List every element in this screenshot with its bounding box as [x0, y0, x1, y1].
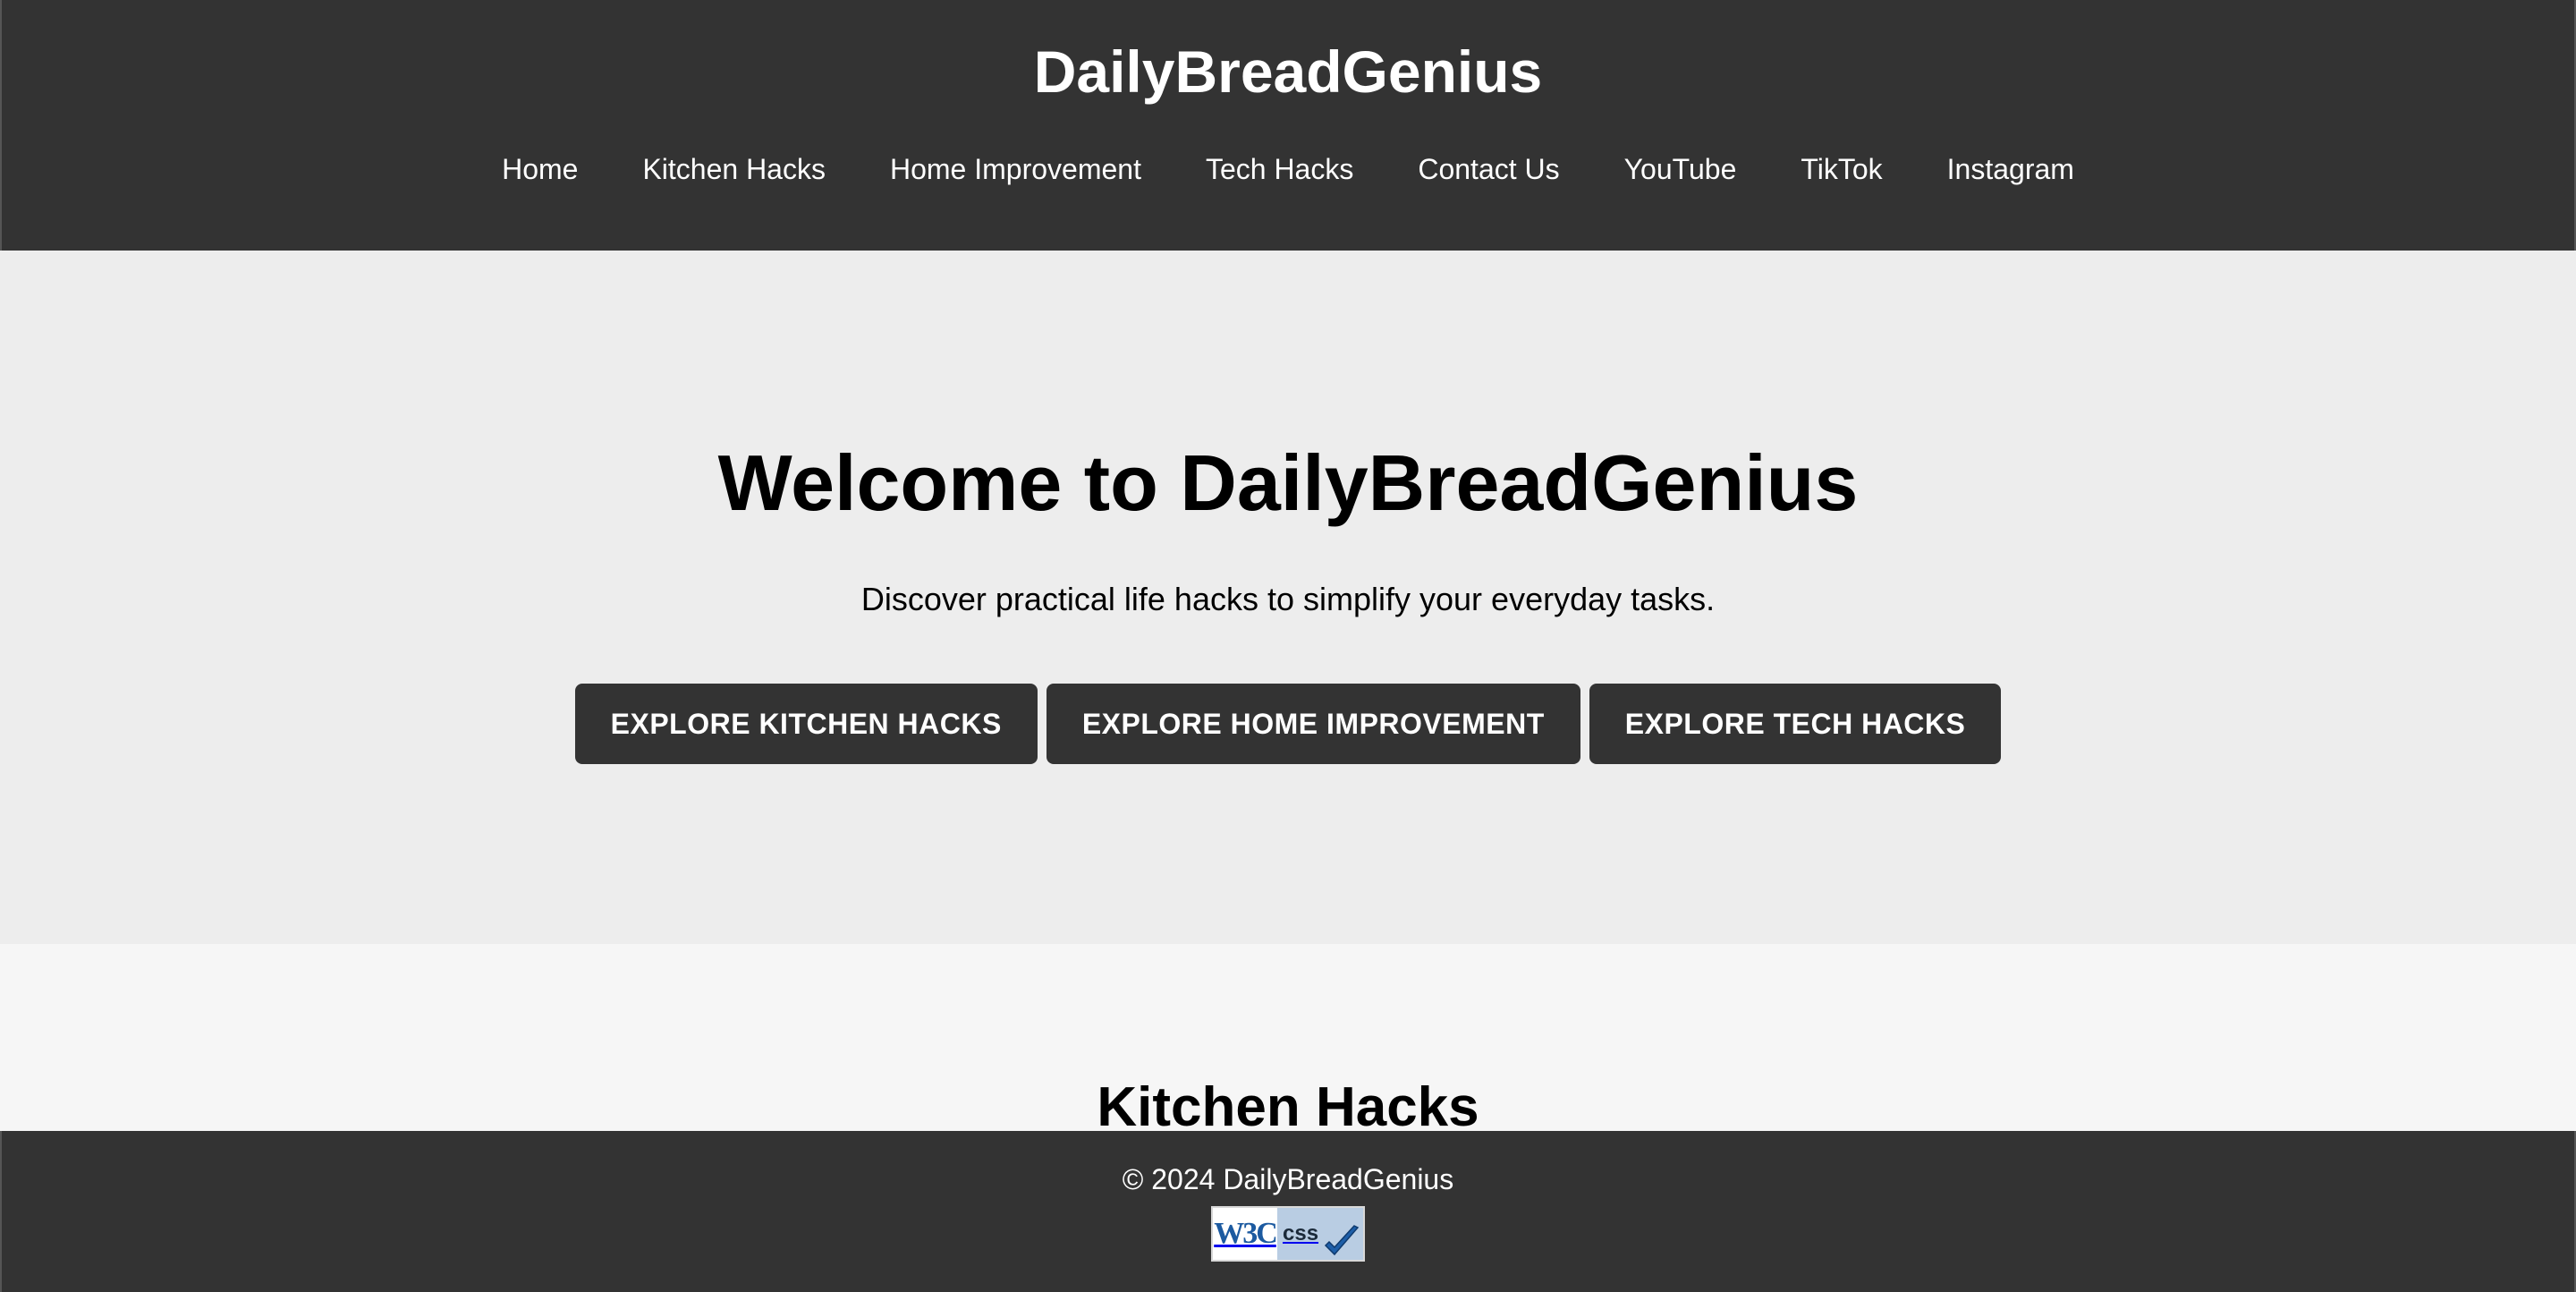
nav-link-tech-hacks[interactable]: Tech Hacks: [1174, 147, 1385, 191]
css-label: css: [1283, 1221, 1319, 1245]
nav-link-home[interactable]: Home: [470, 147, 610, 191]
nav-link-youtube[interactable]: YouTube: [1592, 147, 1769, 191]
hero-button-group: EXPLORE KITCHEN HACKS EXPLORE HOME IMPRO…: [0, 684, 2576, 764]
checkmark-icon: [1324, 1225, 1360, 1256]
explore-kitchen-hacks-button[interactable]: EXPLORE KITCHEN HACKS: [574, 684, 1038, 764]
nav-link-contact-us[interactable]: Contact Us: [1385, 147, 1591, 191]
nav-link-home-improvement[interactable]: Home Improvement: [858, 147, 1174, 191]
footer-copyright: © 2024 DailyBreadGenius: [1122, 1163, 1454, 1195]
explore-home-improvement-button[interactable]: EXPLORE HOME IMPROVEMENT: [1046, 684, 1580, 764]
hero-title: Welcome to DailyBreadGenius: [717, 438, 1859, 527]
site-footer: © 2024 DailyBreadGenius W3C css: [0, 1131, 2576, 1292]
w3c-css-badge[interactable]: W3C css: [1211, 1206, 1365, 1262]
hero-section: Welcome to DailyBreadGenius Discover pra…: [0, 251, 2576, 944]
kitchen-hacks-heading: Kitchen Hacks: [1097, 1076, 1479, 1138]
w3c-logo-text: W3C: [1213, 1208, 1278, 1260]
main-nav: Home Kitchen Hacks Home Improvement Tech…: [2, 147, 2574, 191]
w3c-css-label-box: css: [1277, 1208, 1363, 1260]
nav-link-kitchen-hacks[interactable]: Kitchen Hacks: [610, 147, 858, 191]
nav-link-tiktok[interactable]: TikTok: [1768, 147, 1914, 191]
site-header: DailyBreadGenius Home Kitchen Hacks Home…: [0, 0, 2576, 251]
explore-tech-hacks-button[interactable]: EXPLORE TECH HACKS: [1589, 684, 2002, 764]
kitchen-hacks-section: Kitchen Hacks: [0, 944, 2576, 1138]
hero-subtitle: Discover practical life hacks to simplif…: [860, 581, 1716, 617]
nav-link-instagram[interactable]: Instagram: [1915, 147, 2106, 191]
site-title[interactable]: DailyBreadGenius: [2, 36, 2574, 107]
